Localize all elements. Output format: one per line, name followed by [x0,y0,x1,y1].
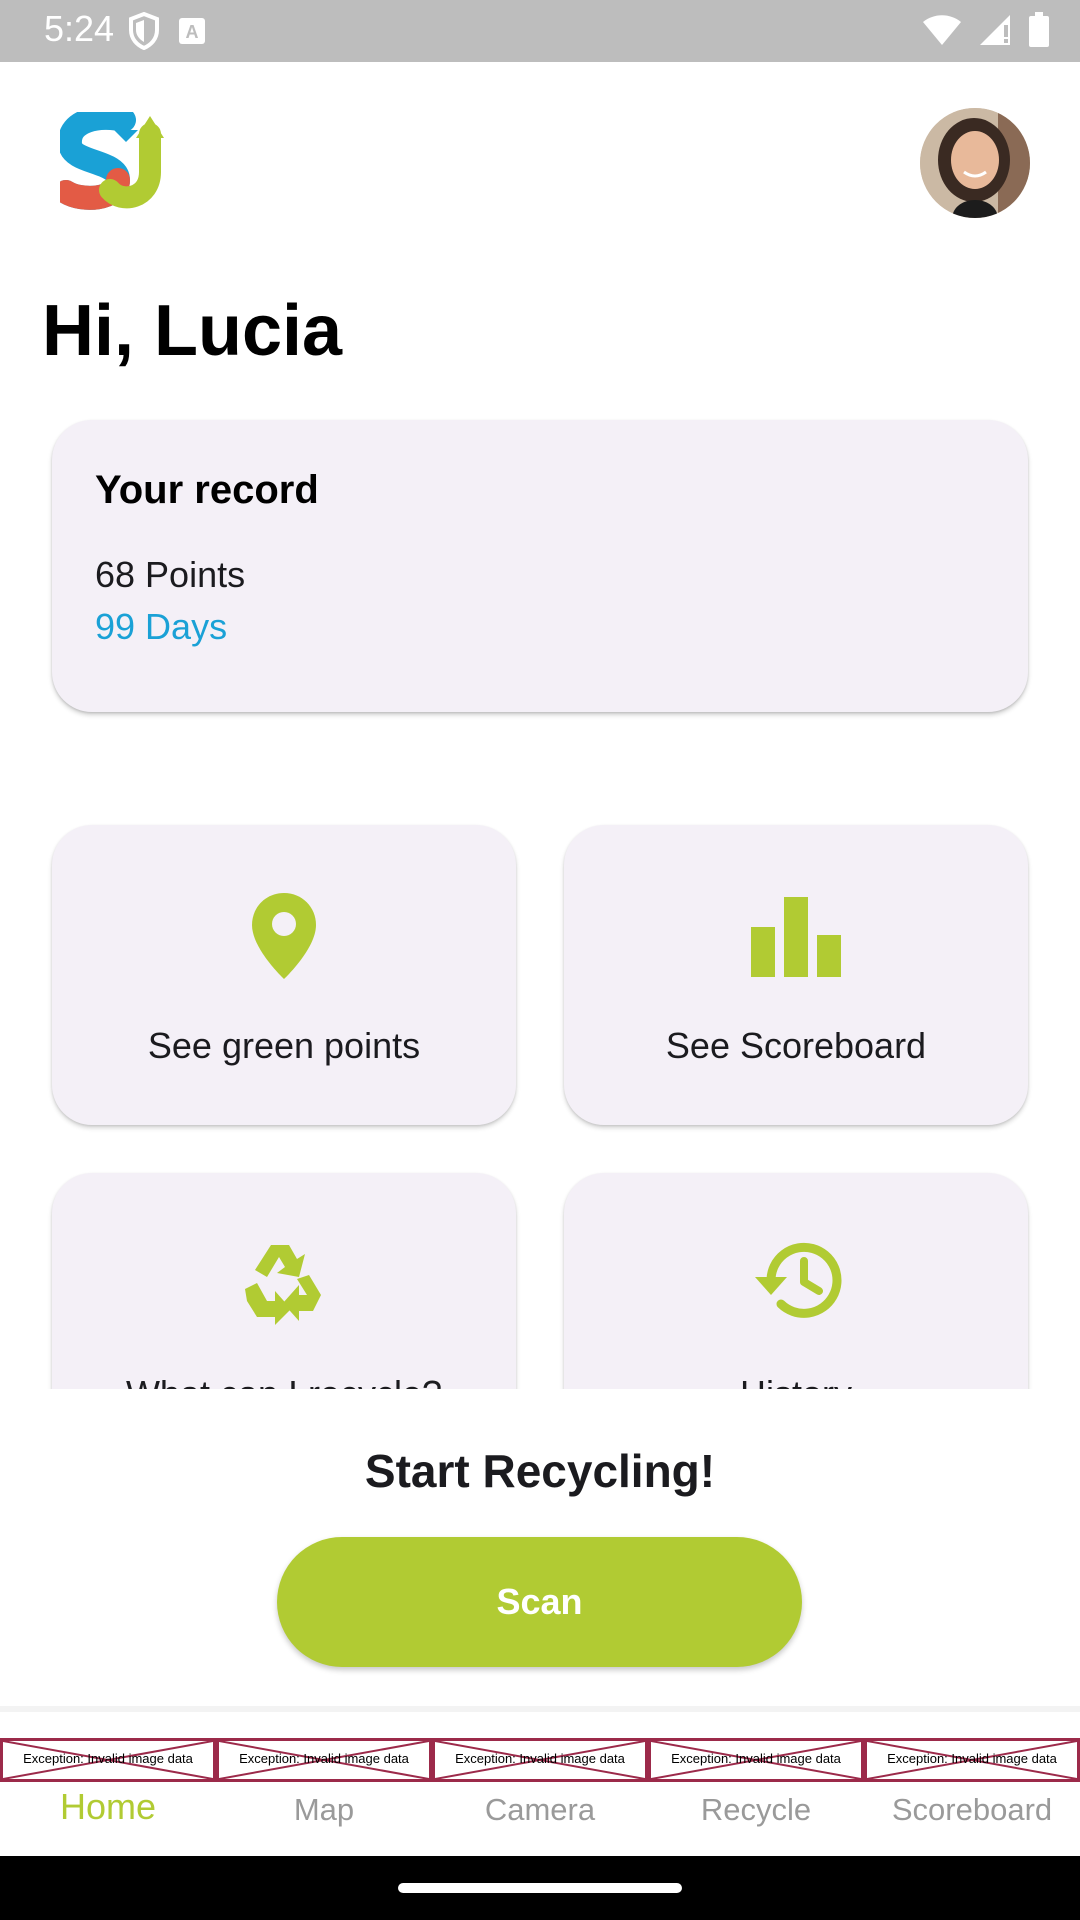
green-points-tile[interactable]: See green points [52,825,516,1125]
record-days: 99 Days [95,606,228,647]
history-tile[interactable]: History [564,1173,1028,1389]
record-points: 68 Points [95,554,246,595]
gesture-bar [0,1856,1080,1920]
broken-image-icon: Exception: Invalid image data [0,1738,216,1782]
battery-icon [1028,12,1050,53]
recycle-info-tile[interactable]: What can I recycle? [52,1173,516,1389]
image-error-text: Exception: Invalid image data [23,1751,193,1766]
greeting: Hi, Lucia [42,291,343,371]
scoreboard-tile[interactable]: See Scoreboard [564,825,1028,1125]
nav-item-scoreboard[interactable]: Exception: Invalid image data Scoreboard [864,1712,1080,1862]
map-pin-icon [250,891,318,986]
image-error-text: Exception: Invalid image data [887,1751,1057,1766]
nav-label: Recycle [700,1792,812,1827]
bar-chart-icon [751,897,841,982]
shield-icon [128,11,160,55]
tile-label: See green points [147,1025,421,1066]
broken-image-icon: Exception: Invalid image data [648,1738,864,1782]
nav-label: Camera [484,1792,596,1827]
history-icon [749,1239,843,1326]
nav-item-home[interactable]: Exception: Invalid image data Home [0,1712,216,1862]
tile-label: What can I recycle? [52,1373,516,1389]
scan-button[interactable]: Scan [277,1537,802,1667]
nav-label: Home [59,1786,157,1827]
avatar[interactable] [920,108,1030,218]
broken-image-icon: Exception: Invalid image data [864,1738,1080,1782]
cell-signal-icon [978,13,1012,52]
record-title: Your record [95,468,319,512]
broken-image-icon: Exception: Invalid image data [216,1738,432,1782]
tiles-scroll-area: What can I recycle? History [0,1140,1080,1389]
nav-item-recycle[interactable]: Exception: Invalid image data Recycle [648,1712,864,1862]
tile-label: History [564,1373,1028,1389]
record-card: Your record 68 Points 99 Days [52,420,1028,712]
a-badge-icon: A [178,17,206,50]
wifi-icon [922,13,962,52]
nav-item-camera[interactable]: Exception: Invalid image data Camera [432,1712,648,1862]
tile-label: See Scoreboard [665,1025,927,1066]
svg-text:A: A [186,22,199,42]
nav-item-map[interactable]: Exception: Invalid image data Map [216,1712,432,1862]
nav-label: Map [293,1792,355,1827]
status-time: 5:24 [44,8,115,49]
start-recycling-title: Start Recycling! [364,1445,716,1497]
nav-label: Scoreboard [891,1792,1053,1827]
status-bar: 5:24 A [0,0,1080,62]
bottom-nav: Exception: Invalid image data Home Excep… [0,1706,1080,1856]
app-logo [54,105,184,212]
recycle-icon [237,1237,331,1334]
image-error-text: Exception: Invalid image data [671,1751,841,1766]
image-error-text: Exception: Invalid image data [239,1751,409,1766]
image-error-text: Exception: Invalid image data [455,1751,625,1766]
home-gesture-handle[interactable] [398,1883,682,1893]
broken-image-icon: Exception: Invalid image data [432,1738,648,1782]
